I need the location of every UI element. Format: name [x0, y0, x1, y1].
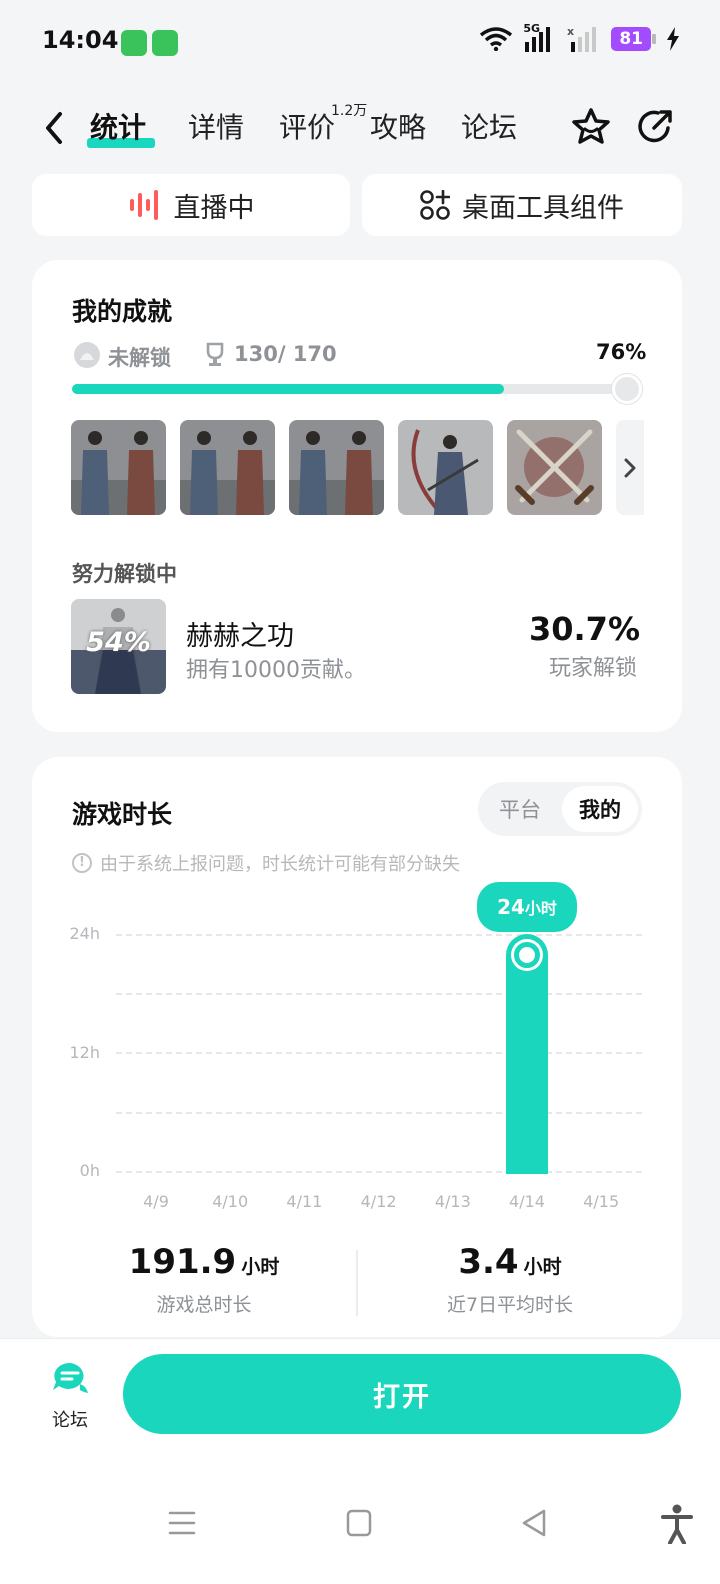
avg-playtime: 3.4 小时 [378, 1242, 642, 1282]
avg-playtime-unit: 小时 [523, 1256, 562, 1278]
gridline [116, 1052, 642, 1054]
signal-weak-icon: x [567, 26, 597, 52]
achievement-tile[interactable] [398, 420, 493, 515]
bubble-unit: 小时 [524, 899, 557, 918]
live-wave-icon [129, 190, 158, 220]
current-achievement-progress: 54% [86, 627, 151, 658]
charging-icon [667, 27, 679, 51]
unlock-rate: 30.7% [528, 610, 640, 648]
achievement-tile[interactable] [180, 420, 275, 515]
wifi-icon [480, 27, 513, 51]
favorite-star-icon[interactable] [570, 106, 612, 148]
bar-highlight-dot [514, 942, 540, 968]
achievement-courtiers-image [71, 420, 166, 515]
unlock-rate-label: 玩家解锁 [548, 656, 637, 681]
bar-value-bubble: 24小时 [477, 882, 577, 932]
battery-tail [652, 34, 656, 44]
achievement-courtiers-image [289, 420, 384, 515]
x-tick-label: 4/10 [212, 1192, 249, 1211]
gridline [116, 1171, 642, 1173]
x-tick-label: 4/15 [583, 1192, 620, 1211]
stat-divider [356, 1250, 358, 1316]
gridline [116, 934, 642, 936]
x-tick-label: 4/11 [286, 1192, 323, 1211]
toggle-mine[interactable]: 我的 [562, 786, 638, 832]
review-count: 1.2万 [331, 103, 368, 119]
tab-forum[interactable]: 论坛 [461, 106, 517, 146]
signal-5g-icon: 5G [523, 22, 557, 52]
total-playtime-label: 游戏总时长 [156, 1294, 252, 1316]
achievement-tile[interactable] [71, 420, 166, 515]
trophy-icon [206, 342, 224, 366]
bubble-value: 24 [497, 895, 525, 919]
forum-label[interactable]: 论坛 [52, 1406, 88, 1432]
status-time: 14:04 [42, 26, 119, 54]
x-tick-label: 4/13 [434, 1192, 471, 1211]
chart-bar[interactable] [506, 934, 548, 1174]
playtime-title: 游戏时长 [72, 800, 173, 829]
achievement-count: 130/ 170 [234, 342, 337, 366]
achievements-title: 我的成就 [72, 297, 173, 326]
tab-reviews[interactable]: 评价 [279, 106, 335, 146]
avg-playtime-value: 3.4 [458, 1242, 519, 1282]
achievement-swordsman-image [398, 420, 493, 515]
locked-label: 未解锁 [108, 346, 171, 370]
app-notification-icon [121, 30, 147, 56]
battery-indicator: 81 [611, 27, 651, 51]
tab-details[interactable]: 详情 [188, 106, 244, 146]
playtime-toggle: 平台 我的 [478, 782, 642, 836]
gridline [116, 1112, 642, 1114]
widget-grid-icon [420, 190, 450, 220]
achievement-crossed-swords-image [507, 420, 602, 515]
achievement-tile[interactable] [507, 420, 602, 515]
data-missing-note: ! 由于系统上报问题，时长统计可能有部分缺失 [72, 850, 460, 876]
current-achievement-image[interactable]: 54% [71, 599, 166, 694]
x-tick-label: 4/12 [360, 1192, 397, 1211]
message-notification-icon [152, 30, 178, 56]
in-progress-title: 努力解锁中 [72, 562, 177, 586]
x-tick-label: 4/9 [143, 1192, 169, 1211]
x-tick-label: 4/14 [509, 1192, 545, 1211]
toggle-platform[interactable]: 平台 [482, 786, 558, 832]
note-text: 由于系统上报问题，时长统计可能有部分缺失 [100, 854, 460, 875]
gridline [116, 993, 642, 995]
open-game-button[interactable]: 打开 [123, 1354, 681, 1434]
live-button[interactable]: 直播中 [32, 174, 350, 236]
total-playtime-value: 191.9 [128, 1242, 237, 1282]
forum-chat-icon[interactable] [50, 1360, 90, 1398]
y-tick-label: 24h [69, 924, 101, 943]
info-icon: ! [72, 853, 92, 873]
menu-nav-icon[interactable] [168, 1508, 196, 1538]
locked-badge-icon [74, 342, 100, 368]
tab-stats[interactable]: 统计 [90, 106, 146, 146]
widget-label: 桌面工具组件 [462, 192, 624, 224]
share-icon[interactable] [634, 106, 676, 148]
tab-guides[interactable]: 攻略 [370, 106, 426, 146]
accessibility-icon[interactable] [660, 1504, 694, 1544]
back-nav-icon[interactable] [520, 1508, 548, 1538]
achievement-progress-fill [72, 384, 504, 394]
status-icons: 5G x 81 [479, 22, 680, 52]
live-label: 直播中 [173, 192, 255, 224]
home-nav-icon[interactable] [345, 1508, 373, 1538]
avg-playtime-label: 近7日平均时长 [446, 1294, 574, 1316]
achievement-percent: 76% [596, 340, 647, 364]
achievement-courtiers-image [180, 420, 275, 515]
chevron-right-icon[interactable] [620, 456, 640, 480]
back-icon[interactable] [40, 108, 70, 148]
progress-end-marker [612, 374, 642, 404]
achievement-tile[interactable] [289, 420, 384, 515]
current-achievement-desc: 拥有10000贡献。 [186, 658, 366, 683]
desktop-widget-button[interactable]: 桌面工具组件 [362, 174, 682, 236]
total-playtime-unit: 小时 [241, 1256, 280, 1278]
current-achievement-name: 赫赫之功 [186, 621, 294, 652]
svg-text:x: x [567, 26, 574, 38]
total-playtime: 191.9 小时 [72, 1242, 336, 1282]
y-tick-label: 0h [79, 1161, 100, 1180]
y-tick-label: 12h [69, 1043, 101, 1062]
